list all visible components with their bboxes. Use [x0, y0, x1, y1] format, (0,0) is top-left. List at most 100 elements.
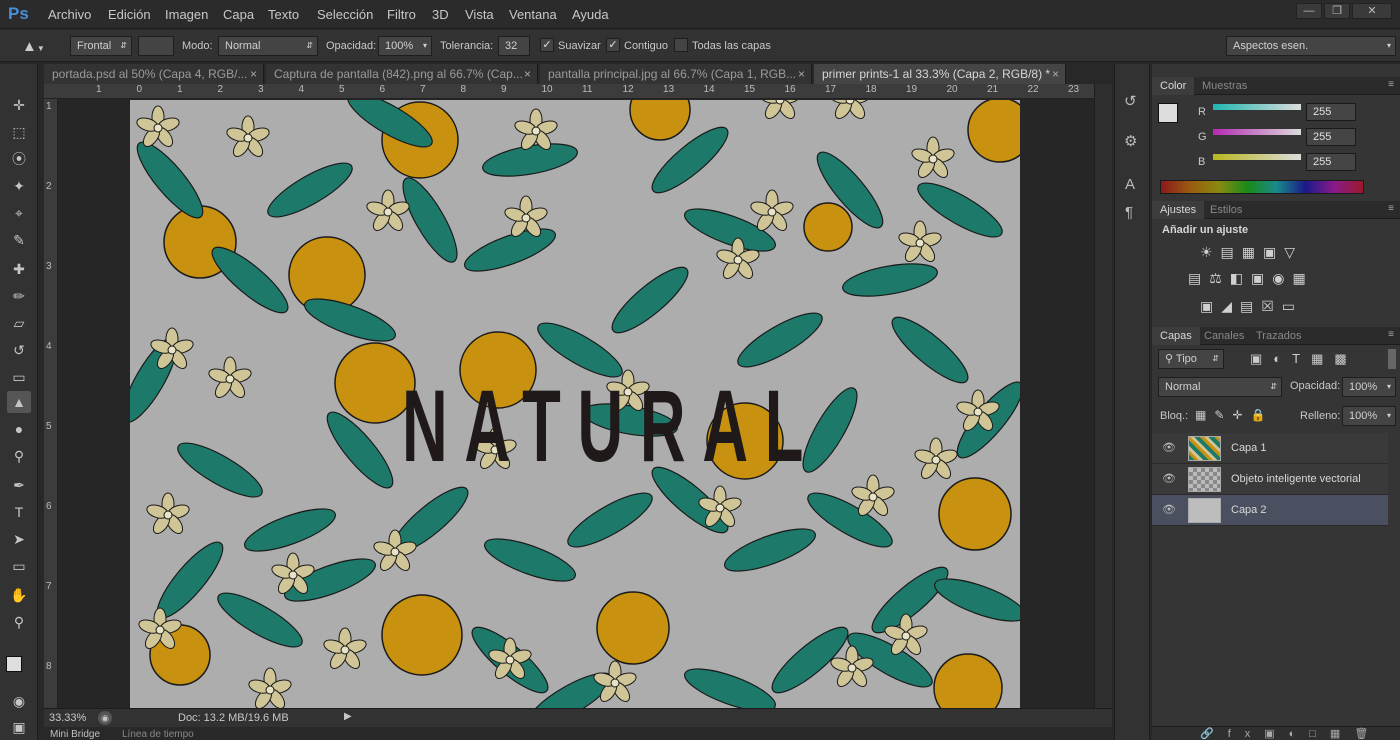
zoom-tool-icon[interactable]: ⚲ [7, 611, 31, 633]
tab-portada[interactable]: portada.psd al 50% (Capa 4, RGB/... × [44, 64, 264, 84]
type-tool-icon[interactable]: T [7, 501, 31, 523]
adjustment-icons-row-3[interactable]: ▣◢▤☒▭ [1200, 298, 1303, 315]
channel-b-slider[interactable] [1213, 154, 1301, 160]
menu-seleccion[interactable]: Selección [317, 7, 373, 22]
minimize-button[interactable]: — [1296, 3, 1322, 19]
channel-b-input[interactable]: 255 [1306, 153, 1356, 171]
close-tab-icon[interactable]: × [524, 64, 531, 84]
tab-captura[interactable]: Captura de pantalla (842).png al 66.7% (… [266, 64, 538, 84]
blur-tool-icon[interactable]: ● [7, 418, 31, 440]
tolerance-input[interactable]: 32 [498, 36, 530, 56]
paint-bucket-icon[interactable]: ▲▼ [22, 38, 56, 56]
quick-mask-icon[interactable]: ◉ [7, 690, 31, 712]
tab-adjustments[interactable]: Ajustes [1152, 201, 1205, 219]
menu-3d[interactable]: 3D [432, 7, 449, 22]
tab-paths[interactable]: Trazados [1248, 327, 1309, 345]
menu-ayuda[interactable]: Ayuda [572, 7, 609, 22]
close-tab-icon[interactable]: × [798, 64, 805, 84]
visibility-eye-icon[interactable]: 👁 [1162, 442, 1176, 454]
color-fg-swatch[interactable] [1158, 103, 1178, 123]
healing-brush-tool-icon[interactable]: ✚ [7, 258, 31, 280]
character-panel-icon[interactable]: A [1125, 176, 1135, 193]
layer-action-icons[interactable]: 🔗fx▣◐□▦🗑 [1200, 727, 1382, 740]
panel-menu-icon[interactable]: ≡ [1388, 79, 1394, 90]
tab-styles[interactable]: Estilos [1202, 201, 1250, 219]
menu-filtro[interactable]: Filtro [387, 7, 416, 22]
tab-timeline[interactable]: Línea de tiempo [122, 729, 194, 740]
visibility-eye-icon[interactable]: 👁 [1162, 473, 1176, 485]
panel-menu-icon[interactable]: ≡ [1388, 329, 1394, 340]
channel-g-input[interactable]: 255 [1306, 128, 1356, 146]
marquee-tool-icon[interactable]: ⬚ [7, 121, 31, 143]
all-layers-checkbox[interactable] [674, 38, 688, 52]
close-window-button[interactable]: ✕ [1352, 3, 1392, 19]
menu-ventana[interactable]: Ventana [509, 7, 557, 22]
lasso-tool-icon[interactable]: ⦿ [7, 148, 31, 170]
layer-fill-input[interactable]: 100% ▾ [1342, 406, 1396, 426]
visibility-eye-icon[interactable]: 👁 [1162, 504, 1176, 516]
pattern-picker[interactable] [138, 36, 174, 56]
history-brush-tool-icon[interactable]: ↺ [7, 339, 31, 361]
mode-select[interactable]: Normal ⇵ [218, 36, 318, 56]
tab-layers[interactable]: Capas [1152, 327, 1200, 345]
hand-tool-icon[interactable]: ✋ [7, 584, 31, 606]
filter-toggle[interactable] [1388, 349, 1396, 369]
layer-filter-icons[interactable]: ▣◐T▦▩ [1250, 351, 1358, 367]
fill-source-select[interactable]: Frontal ⇵ [70, 36, 132, 56]
layer-row-capa-2[interactable]: 👁 Capa 2 [1152, 495, 1388, 526]
screen-mode-icon[interactable]: ▣ [7, 716, 31, 738]
tab-swatches[interactable]: Muestras [1194, 77, 1255, 95]
channel-r-slider[interactable] [1213, 104, 1301, 110]
paragraph-panel-icon[interactable]: ¶ [1125, 204, 1133, 221]
history-panel-icon[interactable]: ↺ [1124, 92, 1137, 110]
menu-vista[interactable]: Vista [465, 7, 494, 22]
zoom-info-icon[interactable]: ◉ [98, 711, 112, 725]
eyedropper-tool-icon[interactable]: ✎ [7, 229, 31, 251]
tab-primer-prints[interactable]: primer prints-1 al 33.3% (Capa 2, RGB/8)… [814, 64, 1066, 84]
status-menu-arrow-icon[interactable]: ▶ [344, 711, 352, 722]
restore-button[interactable]: ❐ [1324, 3, 1350, 19]
channel-g-slider[interactable] [1213, 129, 1301, 135]
color-ramp[interactable] [1160, 180, 1364, 194]
contiguous-checkbox[interactable]: ✓ [606, 38, 620, 52]
vertical-scrollbar[interactable] [1094, 84, 1112, 708]
channel-r-input[interactable]: 255 [1306, 103, 1356, 121]
menu-edicion[interactable]: Edición [108, 7, 151, 22]
layer-row-smart-object[interactable]: 👁 Objeto inteligente vectorial [1152, 464, 1388, 495]
magic-wand-tool-icon[interactable]: ✦ [7, 175, 31, 197]
properties-panel-icon[interactable]: ⚙ [1124, 132, 1137, 150]
panel-menu-icon[interactable]: ≡ [1388, 203, 1394, 214]
adjustment-icons-row-2[interactable]: ▤⚖◧▣◉▦ [1188, 270, 1314, 287]
close-tab-icon[interactable]: × [250, 64, 257, 84]
dodge-tool-icon[interactable]: ⚲ [7, 445, 31, 467]
rectangle-tool-icon[interactable]: ▭ [7, 555, 31, 577]
crop-tool-icon[interactable]: ⌖ [7, 202, 31, 224]
close-tab-icon[interactable]: × [1052, 64, 1059, 84]
clone-stamp-tool-icon[interactable]: ▱ [7, 312, 31, 334]
path-selection-tool-icon[interactable]: ➤ [7, 528, 31, 550]
tab-pantalla-principal[interactable]: pantalla principal.jpg al 66.7% (Capa 1,… [540, 64, 812, 84]
foreground-color-swatch[interactable] [6, 656, 22, 672]
tab-color[interactable]: Color [1152, 77, 1195, 95]
paint-bucket-tool-icon[interactable]: ▲ [7, 391, 31, 413]
zoom-level[interactable]: 33.33% [49, 712, 86, 724]
layer-row-capa-1[interactable]: 👁 Capa 1 [1152, 433, 1388, 464]
opacity-input[interactable]: 100% ▾ [378, 36, 432, 56]
menu-texto[interactable]: Texto [268, 7, 299, 22]
layer-filter-select[interactable]: ⚲ Tipo ⇵ [1158, 349, 1224, 369]
tab-mini-bridge[interactable]: Mini Bridge [50, 729, 100, 740]
menu-imagen[interactable]: Imagen [165, 7, 208, 22]
pen-tool-icon[interactable]: ✒ [7, 474, 31, 496]
menu-archivo[interactable]: Archivo [48, 7, 91, 22]
workspace-select[interactable]: Aspectos esen. ▾ [1226, 36, 1396, 56]
eraser-tool-icon[interactable]: ▭ [7, 366, 31, 388]
blend-mode-select[interactable]: Normal ⇵ [1158, 377, 1282, 397]
adjustment-icons-row-1[interactable]: ☀▤▦▣▽ [1200, 244, 1303, 261]
lock-icons[interactable]: ▦✎✛🔒 [1195, 408, 1273, 422]
antialias-checkbox[interactable]: ✓ [540, 38, 554, 52]
move-tool-icon[interactable]: ✛ [7, 94, 31, 116]
tab-channels[interactable]: Canales [1196, 327, 1252, 345]
brush-tool-icon[interactable]: ✏ [7, 285, 31, 307]
layer-opacity-input[interactable]: 100% ▾ [1342, 377, 1396, 397]
menu-capa[interactable]: Capa [223, 7, 254, 22]
